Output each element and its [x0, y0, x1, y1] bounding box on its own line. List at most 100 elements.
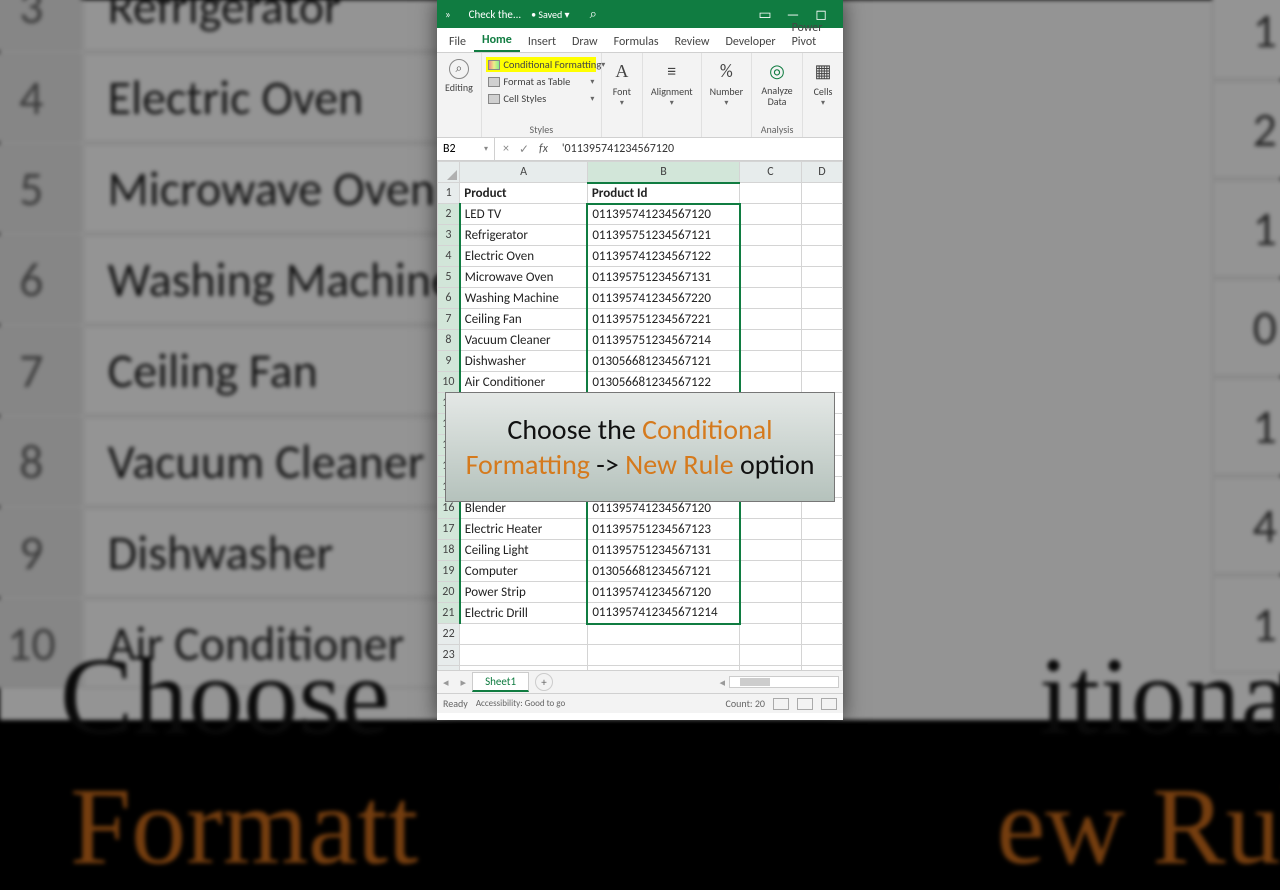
cell[interactable]: 011395751234567131: [587, 540, 739, 561]
cell[interactable]: [801, 246, 842, 267]
cell[interactable]: [801, 624, 842, 645]
cell[interactable]: [801, 351, 842, 372]
format-as-table-button[interactable]: Format as Table ▾: [486, 74, 596, 89]
cell[interactable]: [801, 204, 842, 225]
row-header[interactable]: 7: [438, 309, 460, 330]
ribbon-mode-icon[interactable]: ▭: [751, 6, 779, 23]
sheet-nav-next[interactable]: ▸: [455, 676, 473, 689]
cell[interactable]: [740, 603, 802, 624]
cell[interactable]: Ceiling Light: [460, 540, 588, 561]
cell[interactable]: [740, 330, 802, 351]
cell[interactable]: [740, 645, 802, 666]
cell[interactable]: 011395751234567131: [587, 267, 739, 288]
cell[interactable]: [740, 624, 802, 645]
fx-icon[interactable]: fx: [539, 142, 548, 157]
cell[interactable]: 011395751234567121: [587, 225, 739, 246]
name-box[interactable]: B2 ▾: [437, 138, 495, 160]
save-status[interactable]: • Saved ▾: [531, 8, 569, 21]
cancel-icon[interactable]: ×: [503, 142, 509, 157]
row-header[interactable]: 9: [438, 351, 460, 372]
number-button[interactable]: % Number ▾: [708, 57, 745, 110]
cell[interactable]: [460, 645, 588, 666]
col-header-b[interactable]: B: [587, 162, 739, 183]
cell[interactable]: [740, 519, 802, 540]
cell[interactable]: Electric Oven: [460, 246, 588, 267]
accept-icon[interactable]: ✓: [519, 142, 529, 157]
row-header[interactable]: 6: [438, 288, 460, 309]
cell[interactable]: [740, 246, 802, 267]
cell[interactable]: 011395741234567122: [587, 246, 739, 267]
row-header[interactable]: 21: [438, 603, 460, 624]
cell[interactable]: [801, 372, 842, 393]
cell[interactable]: [801, 309, 842, 330]
row-header[interactable]: 17: [438, 519, 460, 540]
qat-more-icon[interactable]: »: [445, 8, 451, 21]
cell[interactable]: [801, 603, 842, 624]
row-header[interactable]: 24: [438, 666, 460, 671]
cell[interactable]: Product: [460, 183, 588, 204]
tab-developer[interactable]: Developer: [717, 31, 783, 52]
row-header[interactable]: 3: [438, 225, 460, 246]
cell[interactable]: Dishwasher: [460, 351, 588, 372]
cell[interactable]: 011395751234567123: [587, 519, 739, 540]
cell[interactable]: [460, 624, 588, 645]
alignment-button[interactable]: ≡ Alignment ▾: [649, 57, 695, 110]
view-normal-icon[interactable]: [773, 698, 789, 710]
cell[interactable]: [740, 288, 802, 309]
cell[interactable]: [801, 561, 842, 582]
tab-insert[interactable]: Insert: [520, 31, 564, 52]
cell[interactable]: 011395741234567120: [587, 582, 739, 603]
col-header-c[interactable]: C: [740, 162, 802, 183]
cell[interactable]: [740, 351, 802, 372]
tab-home[interactable]: Home: [474, 29, 520, 52]
cell[interactable]: Product Id: [587, 183, 739, 204]
view-layout-icon[interactable]: [797, 698, 813, 710]
row-header[interactable]: 22: [438, 624, 460, 645]
cells-button[interactable]: ▦ Cells ▾: [809, 57, 837, 110]
formula-input[interactable]: '011395741234567120: [556, 142, 843, 156]
row-header[interactable]: 4: [438, 246, 460, 267]
tab-draw[interactable]: Draw: [564, 31, 606, 52]
cell[interactable]: [740, 204, 802, 225]
cell[interactable]: [587, 624, 739, 645]
search-icon[interactable]: ⌕: [590, 7, 597, 22]
cell[interactable]: [740, 666, 802, 671]
cell[interactable]: Microwave Oven: [460, 267, 588, 288]
cell[interactable]: 011395741234567120: [587, 204, 739, 225]
cell[interactable]: Electric Drill: [460, 603, 588, 624]
cell[interactable]: [740, 561, 802, 582]
cell[interactable]: Computer: [460, 561, 588, 582]
cell[interactable]: [587, 645, 739, 666]
analyze-data-button[interactable]: ◎ Analyze Data: [758, 57, 796, 109]
select-all-corner[interactable]: [438, 162, 460, 183]
cell[interactable]: 011395751234567221: [587, 309, 739, 330]
row-header[interactable]: 1: [438, 183, 460, 204]
cell[interactable]: 013056681234567121: [587, 561, 739, 582]
cell[interactable]: Washing Machine: [460, 288, 588, 309]
cell[interactable]: 011395751234567214: [587, 330, 739, 351]
cell[interactable]: [801, 288, 842, 309]
cell[interactable]: Ceiling Fan: [460, 309, 588, 330]
cell[interactable]: [587, 666, 739, 671]
tab-power-pivot[interactable]: Power Pivot: [784, 17, 839, 52]
cell[interactable]: [801, 582, 842, 603]
cell[interactable]: Power Strip: [460, 582, 588, 603]
tab-formulas[interactable]: Formulas: [606, 31, 667, 52]
cell[interactable]: [460, 666, 588, 671]
cell[interactable]: [801, 540, 842, 561]
cell[interactable]: 013056681234567122: [587, 372, 739, 393]
tab-file[interactable]: File: [441, 31, 474, 52]
row-header[interactable]: 2: [438, 204, 460, 225]
cell[interactable]: [801, 330, 842, 351]
cell[interactable]: 011395741234567220: [587, 288, 739, 309]
row-header[interactable]: 10: [438, 372, 460, 393]
cell[interactable]: LED TV: [460, 204, 588, 225]
cell[interactable]: [740, 372, 802, 393]
cell[interactable]: [740, 540, 802, 561]
add-sheet-button[interactable]: +: [535, 673, 553, 691]
cell[interactable]: [801, 183, 842, 204]
font-button[interactable]: A Font ▾: [608, 57, 636, 110]
tab-review[interactable]: Review: [667, 31, 718, 52]
cell[interactable]: 013056681234567121: [587, 351, 739, 372]
row-header[interactable]: 8: [438, 330, 460, 351]
